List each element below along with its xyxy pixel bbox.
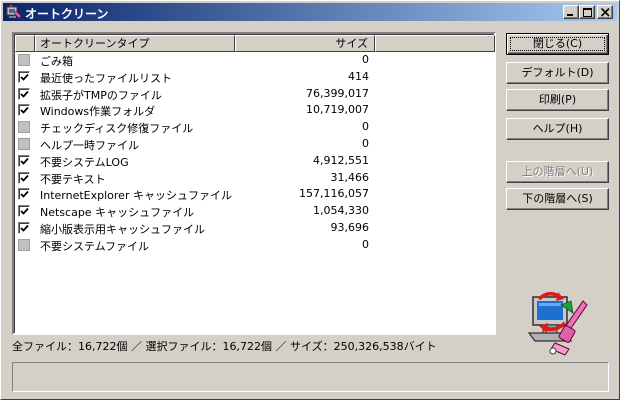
checkbox-unchecked[interactable] [18,238,30,251]
focus-rect [510,37,605,51]
checkbox-checked[interactable] [18,221,30,234]
list-item[interactable]: 拡張子がTMPのファイル 76,399,017 [15,86,495,103]
header-type-column[interactable]: オートクリーンタイプ [35,35,235,52]
checkmark-icon [20,224,29,232]
list-item[interactable]: Netscape キャッシュファイル 1,054,330 [15,203,495,220]
list-item[interactable]: 縮小版表示用キャッシュファイル 93,696 [15,220,495,237]
list-rows: ごみ箱 0 最近使ったファイルリスト 414 拡張子がTMPのファイル 76,399,01… [15,52,495,254]
checkbox-checked[interactable] [18,154,30,167]
item-size: 0 [362,120,369,134]
checkmark-icon [20,191,29,199]
auto-clean-list[interactable]: オートクリーンタイプ サイズ ごみ箱 0 最近使ったファイルリスト 414 拡張子がTM… [12,32,496,335]
list-item[interactable]: Windows作業フォルダ 10,719,007 [15,102,495,119]
list-item[interactable]: 最近使ったファイルリスト 414 [15,69,495,86]
item-type: Netscape キャッシュファイル [40,206,195,220]
checkbox-checked[interactable] [18,87,30,100]
item-type: 不要テキスト [40,172,106,186]
list-item[interactable]: チェックディスク修復ファイル 0 [15,119,495,136]
list-header: オートクリーンタイプ サイズ [15,35,495,52]
checkmark-icon [20,157,29,165]
item-size: 0 [362,237,369,251]
checkbox-checked[interactable] [18,104,30,117]
item-size: 414 [348,69,369,83]
close-icon [601,8,610,17]
item-size: 4,912,551 [313,153,369,167]
item-size: 10,719,007 [306,103,369,117]
checkmark-icon [20,174,29,182]
item-type: 拡張子がTMPのファイル [40,88,162,102]
checkmark-icon [20,107,29,115]
checkbox-checked[interactable] [18,70,30,83]
item-type: 縮小版表示用キャッシュファイル [40,222,205,236]
list-item[interactable]: ヘルプ一時ファイル 0 [15,136,495,153]
item-size: 0 [362,53,369,66]
list-item[interactable]: 不要システムファイル 0 [15,237,495,254]
title-bar[interactable]: オートクリーン [3,3,617,21]
checkbox-unchecked[interactable] [18,54,30,66]
auto-clean-window: オートクリーン オートクリーンタイプ サイズ ごみ箱 0 最近使ったファイルリスト 4… [0,0,620,400]
checkmark-icon [20,90,29,98]
list-item[interactable]: InternetExplorer キャッシュファイル 157,116,057 [15,186,495,203]
item-size: 1,054,330 [313,204,369,218]
down-level-button[interactable]: 下の階層へ(S) [506,188,609,210]
minimize-button[interactable] [563,5,579,19]
item-size: 93,696 [330,220,370,234]
item-type: ごみ箱 [40,55,73,68]
item-size: 31,466 [330,170,370,184]
cleaner-app-icon [6,4,22,20]
maximize-icon [583,8,592,17]
header-check-column[interactable] [15,35,35,52]
checkmark-icon [20,73,29,81]
item-size: 76,399,017 [306,86,369,100]
header-filler [375,35,495,52]
header-size-column[interactable]: サイズ [235,35,375,52]
checkbox-checked[interactable] [18,171,30,184]
checkbox-unchecked[interactable] [18,137,30,150]
item-type: InternetExplorer キャッシュファイル [40,189,232,203]
up-level-button[interactable]: 上の階層へ(U) [506,161,609,183]
checkbox-checked[interactable] [18,205,30,218]
print-button[interactable]: 印刷(P) [506,89,609,111]
default-button[interactable]: デフォルト(D) [506,62,609,84]
list-item[interactable]: 不要テキスト 31,466 [15,170,495,187]
item-size: 0 [362,136,369,150]
item-type: ヘルプ一時ファイル [40,138,139,152]
list-item[interactable]: ごみ箱 0 [15,52,495,69]
item-size: 157,116,057 [299,187,369,201]
checkbox-checked[interactable] [18,188,30,201]
window-title: オートクリーン [25,7,109,21]
item-type: 最近使ったファイルリスト [40,71,172,85]
summary-status: 全ファイル：16,722個 ／ 選択ファイル：16,722個 ／ サイズ：250… [12,340,437,353]
maximize-button[interactable] [579,5,595,19]
close-button[interactable]: 閉じる(C) [506,33,609,55]
bottom-status-panel [12,362,609,392]
item-type: 不要システムファイル [40,239,150,253]
item-type: 不要システムLOG [40,155,129,169]
computer-recycle-cleaner-icon [525,289,591,357]
item-type: チェックディスク修復ファイル [40,122,194,136]
item-type: Windows作業フォルダ [40,105,156,119]
checkbox-unchecked[interactable] [18,121,30,134]
help-button[interactable]: ヘルプ(H) [506,118,609,140]
checkmark-icon [20,208,29,215]
minimize-icon [567,14,573,16]
close-window-button[interactable] [597,5,613,19]
list-item[interactable]: 不要システムLOG 4,912,551 [15,153,495,170]
